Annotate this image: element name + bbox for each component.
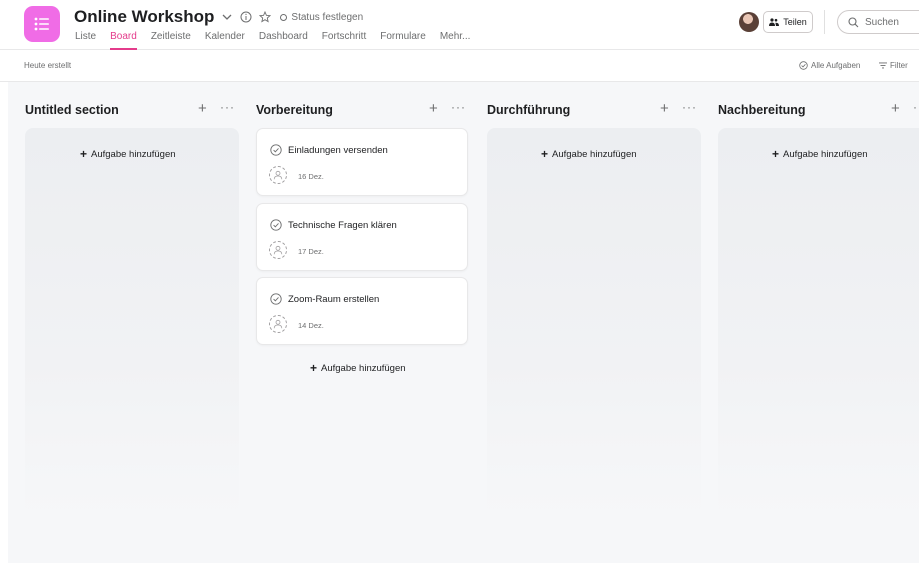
share-label: Teilen bbox=[783, 17, 807, 27]
task-name: Technische Fragen klären bbox=[288, 220, 397, 231]
board-toolbar: Heute erstellt Alle Aufgaben Filter bbox=[0, 50, 919, 82]
plus-icon[interactable]: + bbox=[429, 100, 438, 117]
add-task-label: Aufgabe hinzufügen bbox=[783, 148, 868, 160]
search-icon bbox=[848, 16, 859, 28]
board-column: Untitled section + ··· + Aufgabe hinzufü… bbox=[8, 82, 239, 563]
plus-icon: + bbox=[772, 147, 780, 161]
column-title[interactable]: Durchführung bbox=[487, 103, 570, 117]
project-title[interactable]: Online Workshop bbox=[74, 7, 214, 27]
all-tasks-button[interactable]: Alle Aufgaben bbox=[799, 61, 860, 70]
column-header: Durchführung + ··· bbox=[470, 82, 696, 128]
board-column: Vorbereitung + ··· Einladungen versenden… bbox=[239, 82, 468, 563]
add-task-label: Aufgabe hinzufügen bbox=[321, 362, 406, 374]
title-row: Online Workshop Status festlegen bbox=[74, 6, 363, 28]
column-title[interactable]: Vorbereitung bbox=[256, 103, 333, 117]
user-icon[interactable] bbox=[269, 315, 287, 333]
add-task-button[interactable]: + Aufgabe hinzufügen bbox=[80, 147, 176, 161]
column-body: + Aufgabe hinzufügen bbox=[487, 128, 701, 517]
plus-icon: + bbox=[541, 147, 549, 161]
list-icon bbox=[34, 17, 49, 31]
search-input[interactable]: Suchen bbox=[837, 10, 919, 34]
plus-icon: + bbox=[310, 361, 318, 375]
created-label: Heute erstellt bbox=[24, 61, 72, 70]
task-card[interactable]: Einladungen versenden 16 Dez. bbox=[256, 128, 468, 196]
check-circle-icon bbox=[799, 61, 808, 70]
column-body: + Aufgabe hinzufügen bbox=[718, 128, 919, 517]
add-task-label: Aufgabe hinzufügen bbox=[552, 148, 637, 160]
tab-liste[interactable]: Liste bbox=[75, 31, 96, 50]
plus-icon[interactable]: + bbox=[891, 100, 900, 117]
check-circle-icon[interactable] bbox=[270, 293, 282, 305]
due-date: 17 Dez. bbox=[298, 247, 324, 256]
more-icon[interactable]: ··· bbox=[220, 100, 235, 114]
board-column: Durchführung + ··· + Aufgabe hinzufügen bbox=[470, 82, 701, 563]
status-label: Status festlegen bbox=[291, 11, 364, 23]
filter-button[interactable]: Filter bbox=[879, 61, 908, 70]
status-button[interactable]: Status festlegen bbox=[280, 12, 363, 23]
tab-kalender[interactable]: Kalender bbox=[205, 31, 245, 50]
tab-zeitleiste[interactable]: Zeitleiste bbox=[151, 31, 191, 50]
board-column: Nachbereitung + ··· + Aufgabe hinzufügen bbox=[701, 82, 919, 563]
share-button[interactable]: Teilen bbox=[763, 11, 813, 33]
info-icon[interactable] bbox=[240, 11, 252, 23]
column-title[interactable]: Untitled section bbox=[25, 103, 119, 117]
add-task-button[interactable]: + Aufgabe hinzufügen bbox=[541, 147, 637, 161]
star-icon[interactable] bbox=[259, 11, 272, 23]
due-date: 14 Dez. bbox=[298, 321, 324, 330]
tab-fortschritt[interactable]: Fortschritt bbox=[322, 31, 366, 50]
search-placeholder: Suchen bbox=[865, 16, 899, 28]
board: Untitled section + ··· + Aufgabe hinzufü… bbox=[8, 82, 919, 563]
column-body: + Aufgabe hinzufügen bbox=[25, 128, 239, 517]
check-circle-icon[interactable] bbox=[270, 144, 282, 156]
chevron-down-icon[interactable] bbox=[221, 11, 233, 23]
avatar[interactable] bbox=[739, 12, 759, 32]
view-tabs: Liste Board Zeitleiste Kalender Dashboar… bbox=[75, 31, 484, 50]
all-tasks-label: Alle Aufgaben bbox=[811, 61, 861, 70]
tab-dashboard[interactable]: Dashboard bbox=[259, 31, 308, 50]
more-icon[interactable]: ··· bbox=[451, 100, 466, 114]
more-icon[interactable]: ··· bbox=[913, 100, 919, 114]
column-header: Vorbereitung + ··· bbox=[239, 82, 465, 128]
tab-board[interactable]: Board bbox=[110, 31, 137, 50]
header-divider bbox=[824, 10, 825, 34]
user-icon[interactable] bbox=[269, 241, 287, 259]
add-task-label: Aufgabe hinzufügen bbox=[91, 148, 176, 160]
plus-icon[interactable]: + bbox=[660, 100, 669, 117]
task-name: Zoom-Raum erstellen bbox=[288, 294, 380, 305]
status-dot-icon bbox=[280, 13, 288, 21]
column-header: Untitled section + ··· bbox=[8, 82, 234, 128]
column-title[interactable]: Nachbereitung bbox=[718, 103, 806, 117]
add-task-button[interactable]: + Aufgabe hinzufügen bbox=[310, 361, 406, 375]
project-icon[interactable] bbox=[24, 6, 60, 42]
project-header: Online Workshop Status festlegen Liste B… bbox=[0, 0, 919, 50]
tab-formulare[interactable]: Formulare bbox=[380, 31, 426, 50]
user-icon[interactable] bbox=[269, 166, 287, 184]
task-name: Einladungen versenden bbox=[288, 145, 388, 156]
due-date: 16 Dez. bbox=[298, 172, 324, 181]
check-circle-icon[interactable] bbox=[270, 219, 282, 231]
add-task-button[interactable]: + Aufgabe hinzufügen bbox=[772, 147, 868, 161]
more-icon[interactable]: ··· bbox=[682, 100, 697, 114]
task-card[interactable]: Zoom-Raum erstellen 14 Dez. bbox=[256, 277, 468, 345]
filter-label: Filter bbox=[890, 61, 908, 70]
filter-icon bbox=[879, 62, 887, 69]
task-card[interactable]: Technische Fragen klären 17 Dez. bbox=[256, 203, 468, 271]
plus-icon: + bbox=[80, 147, 88, 161]
people-icon bbox=[769, 18, 780, 26]
column-header: Nachbereitung + ··· bbox=[701, 82, 919, 128]
tab-mehr[interactable]: Mehr... bbox=[440, 31, 471, 50]
plus-icon[interactable]: + bbox=[198, 100, 207, 117]
column-body: Einladungen versenden 16 Dez. Technische… bbox=[256, 128, 470, 517]
